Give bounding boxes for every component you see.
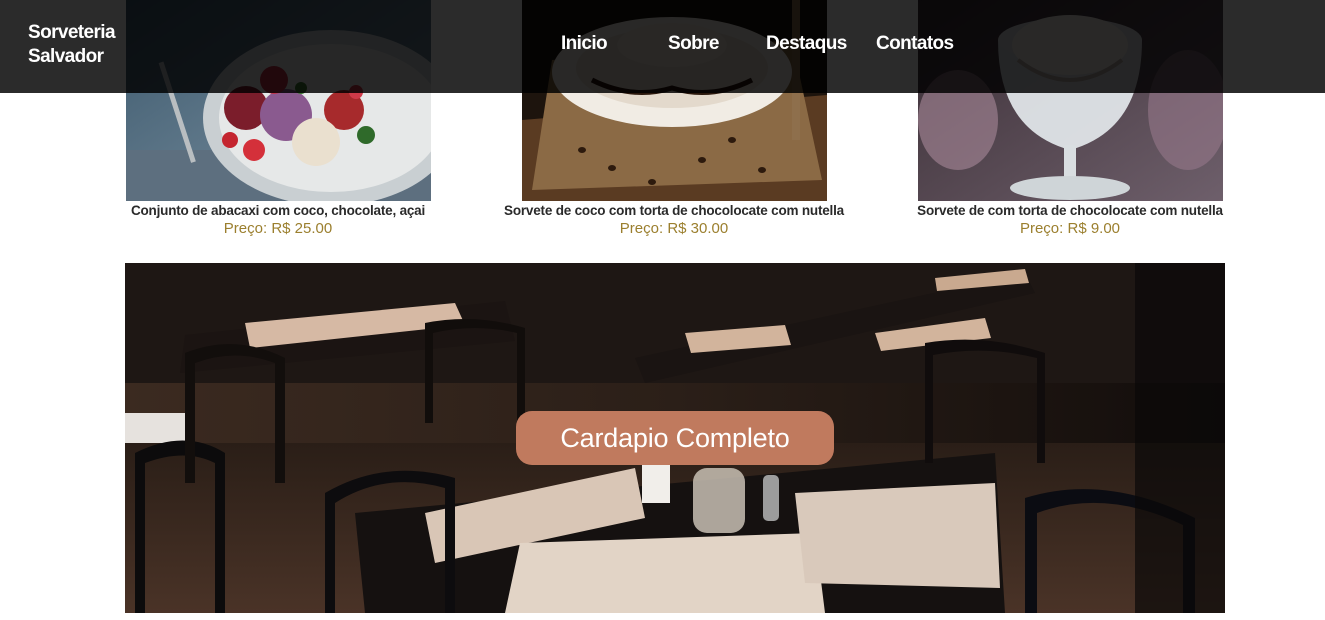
brand-line-1: Sorveteria	[28, 22, 116, 43]
product-price: Preço: R$ 30.00	[619, 220, 729, 237]
nav-link-contatos[interactable]: Contatos	[876, 33, 954, 55]
full-menu-button[interactable]: Cardapio Completo	[516, 411, 834, 465]
nav-link-sobre[interactable]: Sobre	[668, 33, 719, 55]
menu-banner: Cardapio Completo	[125, 263, 1225, 613]
product-info-1: Conjunto de abacaxi com coco, chocolate,…	[68, 203, 488, 237]
top-navigation-bar: Sorveteria Salvador Inicio Sobre Destaqu…	[0, 0, 1325, 93]
product-price: Preço: R$ 9.00	[1019, 220, 1121, 237]
brand-line-2: Salvador	[28, 46, 104, 67]
brand-logo[interactable]: Sorveteria Salvador	[28, 21, 158, 69]
product-name: Conjunto de abacaxi com coco, chocolate,…	[130, 203, 426, 218]
product-name: Sorvete de com torta de chocolocate com …	[917, 203, 1223, 218]
nav-link-destaques[interactable]: Destaqus	[766, 33, 847, 55]
product-info-2: Sorvete de coco com torta de chocolocate…	[464, 203, 884, 237]
product-info-3: Sorvete de com torta de chocolocate com …	[860, 203, 1280, 237]
product-name: Sorvete de coco com torta de chocolocate…	[504, 203, 844, 218]
nav-link-inicio[interactable]: Inicio	[561, 33, 608, 55]
product-price: Preço: R$ 25.00	[223, 220, 333, 237]
